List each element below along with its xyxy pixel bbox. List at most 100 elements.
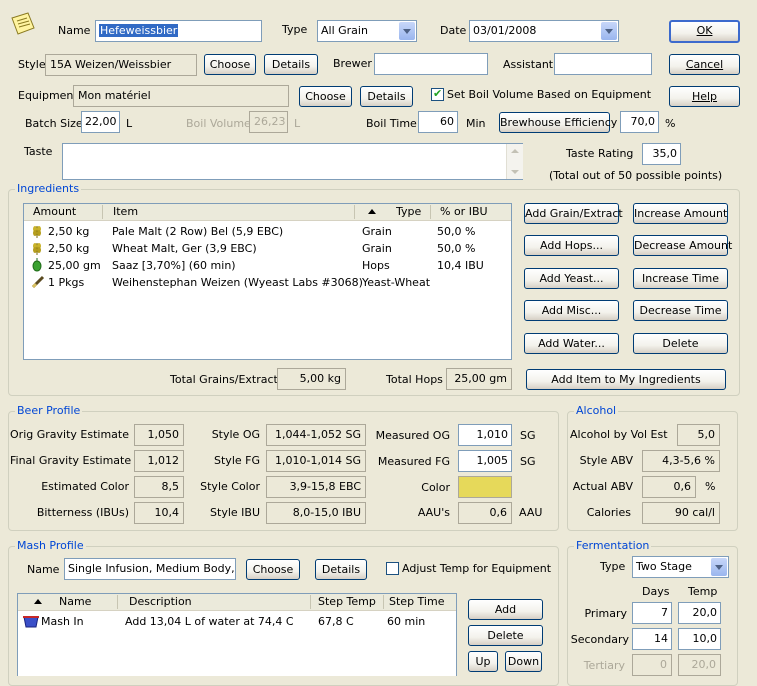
ingredient-item: Pale Malt (2 Row) Bel (5,9 EBC): [112, 225, 284, 238]
style-label: Style: [18, 58, 46, 71]
cancel-button[interactable]: Cancel: [669, 54, 740, 75]
mash-choose-button[interactable]: Choose: [246, 559, 300, 580]
primary-days-input[interactable]: 7: [632, 602, 672, 624]
og-estimate-value: 1,050: [134, 424, 184, 446]
delete-ingredient-button[interactable]: Delete: [633, 333, 728, 354]
tertiary-days-field: 0: [632, 654, 672, 676]
actual-abv-unit: %: [705, 480, 716, 493]
mash-steps-list[interactable]: Name Description Step Temp Step Time Mas…: [17, 593, 457, 676]
boil-time-input[interactable]: 60: [418, 111, 458, 133]
boil-volume-label: Boil Volume: [186, 117, 251, 130]
mash-tun-icon: [22, 614, 40, 633]
style-og-value: 1,044-1,052 SG: [266, 424, 366, 446]
col-step-temp[interactable]: Step Temp: [318, 594, 376, 610]
ingredient-type: Grain: [362, 225, 392, 238]
col-description[interactable]: Description: [129, 594, 192, 610]
ingredient-amount: 2,50 kg: [48, 242, 90, 255]
batch-size-input[interactable]: 22,00: [81, 111, 120, 133]
style-abv-label: Style ABV: [579, 454, 633, 467]
decrease-amount-button[interactable]: Decrease Amount: [633, 235, 732, 256]
help-button-label: Help: [691, 90, 718, 103]
type-value: All Grain: [321, 24, 368, 37]
style-details-button[interactable]: Details: [264, 54, 318, 75]
equipment-field: Mon matériel: [73, 85, 289, 107]
total-grains-label: Total Grains/Extracts: [170, 373, 284, 386]
mash-step-description: Add 13,04 L of water at 74,4 C: [125, 615, 294, 628]
add-to-my-ingredients-button[interactable]: Add Item to My Ingredients: [526, 369, 726, 390]
increase-time-button[interactable]: Increase Time: [633, 268, 728, 289]
primary-temp-input[interactable]: 20,0: [678, 602, 721, 624]
add-grain-button[interactable]: Add Grain/Extract: [524, 203, 623, 224]
fermentation-type-select[interactable]: Two Stage: [632, 556, 729, 578]
measured-fg-unit: SG: [520, 455, 536, 468]
ingredients-list[interactable]: Amount Item Type % or IBU 2,50 kg Pale Ma…: [23, 203, 512, 360]
date-picker[interactable]: 03/01/2008: [469, 20, 619, 42]
ok-button[interactable]: OK: [669, 20, 740, 43]
mash-details-button[interactable]: Details: [315, 559, 367, 580]
measured-fg-label: Measured FG: [377, 455, 450, 468]
equipment-choose-button[interactable]: Choose: [299, 86, 352, 107]
mash-step-time: 60 min: [387, 615, 426, 628]
measured-fg-input[interactable]: 1,005: [458, 450, 512, 472]
add-yeast-button[interactable]: Add Yeast...: [524, 268, 619, 289]
col-type[interactable]: Type: [396, 204, 421, 220]
mash-down-button[interactable]: Down: [505, 651, 542, 672]
add-water-button[interactable]: Add Water...: [524, 333, 619, 354]
brewhouse-efficiency-button[interactable]: Brewhouse Efficiency: [499, 112, 617, 133]
aau-label: AAU's: [417, 506, 450, 519]
col-step-name[interactable]: Name: [59, 594, 91, 610]
mash-name-label: Name: [27, 563, 60, 576]
name-input[interactable]: Hefeweissbier: [95, 20, 262, 42]
abv-estimate-value: 5,0: [677, 424, 720, 446]
mash-name-input[interactable]: Single Infusion, Medium Body, No: [64, 558, 236, 580]
equipment-details-button[interactable]: Details: [360, 86, 413, 107]
mash-delete-button[interactable]: Delete: [468, 625, 543, 646]
add-hops-button[interactable]: Add Hops...: [524, 235, 619, 256]
chevron-down-icon[interactable]: [711, 558, 727, 576]
ingredient-type: Hops: [362, 259, 390, 272]
ingredient-row[interactable]: 25,00 gm Saaz [3,70%] (60 min) Hops 10,4 IB…: [24, 257, 511, 274]
taste-textarea[interactable]: [62, 143, 523, 180]
style-og-label: Style OG: [211, 428, 260, 441]
secondary-days-input[interactable]: 14: [632, 628, 672, 650]
sort-ascending-icon: [34, 599, 42, 604]
mash-up-button[interactable]: Up: [468, 651, 498, 672]
increase-amount-button[interactable]: Increase Amount: [633, 203, 728, 224]
aau-unit: AAU: [519, 506, 543, 519]
col-amount[interactable]: Amount: [33, 204, 76, 220]
ingredient-row[interactable]: 2,50 kg Pale Malt (2 Row) Bel (5,9 EBC) Gr…: [24, 223, 511, 240]
og-estimate-label: Orig Gravity Estimate: [10, 428, 129, 441]
decrease-time-button[interactable]: Decrease Time: [633, 300, 728, 321]
mash-step-row[interactable]: Mash In Add 13,04 L of water at 74,4 C 67,…: [18, 613, 456, 630]
taste-scrollbar[interactable]: [506, 144, 523, 179]
taste-rating-input[interactable]: 35,0: [642, 143, 681, 165]
set-boil-volume-checkbox[interactable]: [431, 87, 444, 101]
adjust-temp-checkbox[interactable]: [386, 562, 399, 575]
assistant-input[interactable]: [554, 53, 652, 75]
secondary-temp-input[interactable]: 10,0: [678, 628, 721, 650]
batch-size-unit: L: [126, 117, 133, 130]
mash-add-button[interactable]: Add: [468, 599, 543, 620]
type-select[interactable]: All Grain: [317, 20, 417, 42]
col-step-time[interactable]: Step Time: [389, 594, 444, 610]
col-pct-ibu[interactable]: % or IBU: [440, 204, 488, 220]
mash-list-header: Name Description Step Temp Step Time: [18, 594, 456, 611]
brewer-label: Brewer: [333, 57, 372, 70]
ingredient-row[interactable]: 1 Pkgs Weihenstephan Weizen (Wyeast Labs …: [24, 274, 511, 291]
measured-og-label: Measured OG: [375, 429, 450, 442]
help-button[interactable]: Help: [669, 86, 740, 107]
ingredient-pct: 10,4 IBU: [437, 259, 484, 272]
style-field: 15A Weizen/Weissbier: [45, 54, 197, 76]
ingredient-row[interactable]: 2,50 kg Wheat Malt, Ger (3,9 EBC) Grain 50,…: [24, 240, 511, 257]
chevron-down-icon[interactable]: [399, 22, 415, 40]
col-item[interactable]: Item: [113, 204, 138, 220]
efficiency-input[interactable]: 70,0: [620, 111, 659, 133]
set-boil-volume-label: Set Boil Volume Based on Equipment: [447, 88, 652, 101]
chevron-down-icon[interactable]: [601, 22, 617, 40]
add-misc-button[interactable]: Add Misc...: [524, 300, 619, 321]
style-fg-label: Style FG: [214, 454, 260, 467]
style-choose-button[interactable]: Choose: [204, 54, 256, 75]
brewer-input[interactable]: [374, 53, 488, 75]
ingredients-title: Ingredients: [15, 182, 82, 196]
measured-og-input[interactable]: 1,010: [458, 424, 512, 446]
